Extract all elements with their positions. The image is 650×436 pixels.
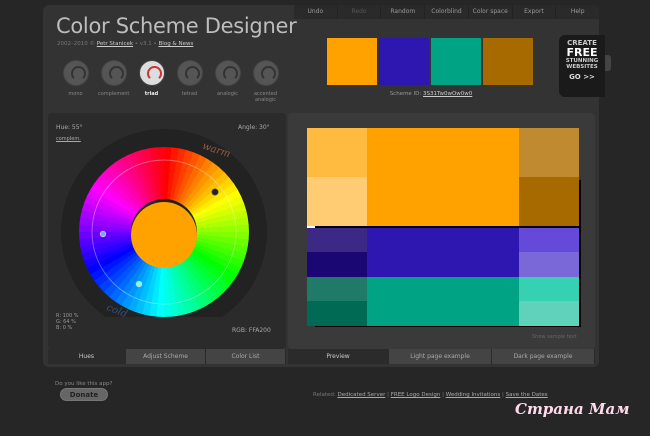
scheme-id-label: Scheme ID: (389, 91, 424, 97)
preview-green-3[interactable] (519, 277, 579, 301)
blog-link[interactable]: Blog & News (159, 41, 194, 47)
link-save-the-dates[interactable]: Save the Dates (506, 392, 548, 398)
preview-blue-main[interactable] (367, 228, 519, 277)
mono-icon (62, 60, 89, 86)
scheme-type-selector: mono complement triad tetrad analogic ac… (60, 60, 281, 103)
tab-preview[interactable]: Preview (288, 349, 389, 364)
tab-adjust-scheme[interactable]: Adjust Scheme (126, 349, 206, 364)
triad-icon (138, 60, 165, 86)
preview-blue-2[interactable] (307, 252, 367, 277)
link-dedicated-server[interactable]: Dedicated Server (338, 392, 386, 398)
ad-toggle-arrow-icon[interactable] (605, 55, 611, 71)
right-tabs: Preview Light page example Dark page exa… (288, 349, 595, 364)
link-wedding-invitations[interactable]: Wedding Invitations (446, 392, 501, 398)
donate-button[interactable]: Donate (60, 388, 108, 401)
scheme-triad[interactable]: triad (136, 60, 167, 103)
ad-go-button[interactable]: GO >> (559, 73, 605, 81)
app-subtitle: 2002–2010 © Petr Stanicek • v3.1 • Blog … (57, 41, 193, 47)
menu-help[interactable]: Help (556, 5, 599, 19)
tab-dark-page-example[interactable]: Dark page example (492, 349, 595, 364)
scheme-id: Scheme ID: 3S31Tw0wOw0w0 (330, 91, 532, 97)
center-color-circle (131, 202, 197, 268)
scheme-swatches (327, 38, 533, 85)
scheme-preview (307, 128, 581, 327)
top-menu: Undo Redo Random Colorblind Color space … (294, 5, 599, 19)
scheme-triad-label: triad (144, 91, 159, 97)
app-title: Color Scheme Designer (56, 14, 297, 38)
left-tabs: Hues Adjust Scheme Color List (48, 349, 286, 364)
related-links: Related: Dedicated Server | FREE Logo De… (313, 392, 548, 398)
angle-readout: Angle: 30° (238, 124, 270, 131)
swatch-secondary-a[interactable] (379, 38, 429, 85)
preview-green-2[interactable] (307, 301, 367, 326)
like-app-text: Do you like this app? (55, 381, 113, 387)
scheme-complement-label: complement (98, 91, 130, 97)
preview-green-main[interactable] (367, 277, 519, 326)
tab-color-list[interactable]: Color List (206, 349, 286, 364)
menu-export[interactable]: Export (513, 5, 557, 19)
preview-orange-dark-1[interactable] (519, 128, 579, 177)
scheme-id-link[interactable]: 3S31Tw0wOw0w0 (423, 91, 472, 97)
tab-hues[interactable]: Hues (48, 349, 126, 364)
menu-random[interactable]: Random (381, 5, 426, 19)
scheme-tetrad[interactable]: tetrad (174, 60, 205, 103)
hue-handle-secondary-b[interactable] (135, 280, 143, 288)
scheme-mono[interactable]: mono (60, 60, 91, 103)
scheme-analogic-label: analogic (216, 91, 239, 97)
rgb-hex-readout: RGB: FFA200 (232, 327, 271, 334)
swatch-complement[interactable] (483, 38, 533, 85)
preview-orange-dark-2[interactable] (519, 177, 579, 226)
color-wheel[interactable]: warm cold (60, 125, 274, 317)
preview-blue-1[interactable] (307, 228, 367, 252)
scheme-complement[interactable]: complement (98, 60, 129, 103)
preview-blue-4[interactable] (519, 252, 579, 277)
scheme-tetrad-label: tetrad (181, 91, 198, 97)
link-free-logo-design[interactable]: FREE Logo Design (391, 392, 441, 398)
tab-light-page-example[interactable]: Light page example (389, 349, 492, 364)
hue-handle-secondary-a[interactable] (99, 230, 107, 238)
hue-handle-primary[interactable] (211, 188, 219, 196)
preview-green-1[interactable] (307, 277, 367, 301)
scheme-accented-analogic-label: accented analogic (253, 91, 278, 103)
rgb-percent-readout: R: 100 % G: 64 % B: 0 % (56, 313, 78, 331)
swatch-primary[interactable] (327, 38, 377, 85)
menu-undo[interactable]: Undo (294, 5, 338, 19)
create-websites-ad[interactable]: CREATE FREE STUNNING WEBSITES GO >> (559, 35, 605, 97)
version-text: • v3.1 • (133, 41, 159, 47)
copyright-text: 2002–2010 © (57, 41, 97, 47)
analogic-icon (214, 60, 241, 86)
preview-orange-light-1[interactable] (307, 128, 367, 177)
author-link[interactable]: Petr Stanicek (97, 41, 133, 47)
menu-color-space[interactable]: Color space (469, 5, 513, 19)
preview-orange-light-2[interactable] (307, 177, 367, 226)
menu-colorblind[interactable]: Colorblind (425, 5, 469, 19)
scheme-accented-analogic[interactable]: accented analogic (250, 60, 281, 103)
preview-blue-3[interactable] (519, 228, 579, 252)
complement-icon (100, 60, 127, 86)
preview-orange-main[interactable] (367, 128, 519, 226)
hue-readout: Hue: 55° (56, 124, 83, 131)
related-label: Related: (313, 392, 338, 398)
scheme-analogic[interactable]: analogic (212, 60, 243, 103)
watermark: Страна Мам (515, 400, 630, 418)
tetrad-icon (176, 60, 203, 86)
preview-green-4[interactable] (519, 301, 579, 326)
accented-analogic-icon (252, 60, 279, 86)
scheme-mono-label: mono (68, 91, 83, 97)
ad-line-4: WEBSITES (566, 64, 598, 70)
ad-line-2: FREE (566, 46, 598, 59)
show-sample-text-link[interactable]: Show sample text (532, 334, 577, 340)
complement-link[interactable]: complem. (56, 136, 81, 142)
rgb-b: B: 0 % (56, 325, 73, 331)
menu-redo[interactable]: Redo (338, 5, 382, 19)
swatch-secondary-b[interactable] (431, 38, 481, 85)
